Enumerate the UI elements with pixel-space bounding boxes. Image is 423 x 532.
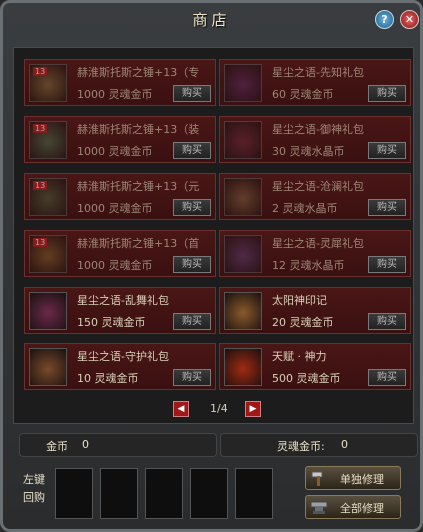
- item-name: 星尘之语-守护礼包: [77, 350, 169, 363]
- soul-gold-value: 0: [341, 438, 348, 451]
- flame-icon[interactable]: [224, 348, 262, 386]
- buy-button[interactable]: 购买: [368, 313, 406, 330]
- shop-item[interactable]: 天赋 · 神力 500 灵魂金币 购买: [219, 343, 411, 390]
- buy-button[interactable]: 购买: [368, 369, 406, 386]
- item-price: 1000 灵魂金币: [77, 88, 153, 101]
- gold-value: 0: [82, 438, 89, 451]
- shop-item[interactable]: 13 赫淮斯托斯之锤+13（元 1000 灵魂金币 购买: [24, 173, 216, 220]
- next-page-button[interactable]: ▶: [245, 401, 261, 417]
- shop-item[interactable]: 星尘之语-守护礼包 10 灵魂金币 购买: [24, 343, 216, 390]
- item-price: 1000 灵魂金币: [77, 145, 153, 158]
- anvil-icon: [310, 501, 328, 514]
- item-price: 150 灵魂金币: [77, 316, 146, 329]
- hammer-icon[interactable]: 13: [29, 178, 67, 216]
- buyback-slot[interactable]: [190, 468, 228, 519]
- hammer-icon[interactable]: 13: [29, 235, 67, 273]
- pagination: ◀ 1/4 ▶: [173, 401, 263, 417]
- item-price: 1000 灵魂金币: [77, 202, 153, 215]
- item-price: 10 灵魂金币: [77, 372, 139, 385]
- gold-label: 金币: [46, 440, 68, 453]
- buy-button[interactable]: 购买: [368, 142, 406, 159]
- item-name: 赫淮斯托斯之锤+13（元: [77, 180, 200, 193]
- shop-item[interactable]: 星尘之语-灵犀礼包 12 灵魂水晶币 购买: [219, 230, 411, 277]
- page-indicator: 1/4: [210, 402, 228, 415]
- bag-icon[interactable]: [29, 348, 67, 386]
- item-name: 星尘之语-先知礼包: [272, 66, 364, 79]
- bag-icon[interactable]: [224, 121, 262, 159]
- gold-balance: 金币 0: [19, 433, 217, 457]
- shop-item[interactable]: 13 赫淮斯托斯之锤+13（专 1000 灵魂金币 购买: [24, 59, 216, 106]
- repair-single-button[interactable]: 单独修理: [305, 466, 401, 490]
- item-name: 赫淮斯托斯之锤+13（专: [77, 66, 200, 79]
- repair-all-label: 全部修理: [340, 502, 384, 515]
- bag-icon[interactable]: [29, 292, 67, 330]
- soul-gold-balance: 灵魂金币: 0: [220, 433, 418, 457]
- shop-window: 商店 ? ✕ 13 赫淮斯托斯之锤+13（专 1000 灵魂金币 购买 星尘之语-先知礼…: [0, 0, 423, 532]
- bag-icon[interactable]: [224, 64, 262, 102]
- item-price: 12 灵魂水晶币: [272, 259, 345, 272]
- buy-button[interactable]: 购买: [173, 369, 211, 386]
- shop-item[interactable]: 星尘之语-乱舞礼包 150 灵魂金币 购买: [24, 287, 216, 334]
- title-bar[interactable]: 商店 ? ✕: [3, 3, 420, 33]
- item-price: 30 灵魂水晶币: [272, 145, 345, 158]
- item-name: 赫淮斯托斯之锤+13（首: [77, 237, 200, 250]
- help-icon[interactable]: ?: [375, 10, 394, 29]
- buyback-slots: [19, 466, 289, 521]
- level-badge: 13: [33, 238, 48, 247]
- buy-button[interactable]: 购买: [173, 199, 211, 216]
- buy-button[interactable]: 购买: [173, 313, 211, 330]
- buyback-slot[interactable]: [100, 468, 138, 519]
- item-price: 2 灵魂水晶币: [272, 202, 338, 215]
- shop-item[interactable]: 太阳神印记 20 灵魂金币 购买: [219, 287, 411, 334]
- level-badge: 13: [33, 67, 48, 76]
- buyback-slot[interactable]: [55, 468, 93, 519]
- hammer-icon: [311, 471, 323, 486]
- shop-item[interactable]: 星尘之语-先知礼包 60 灵魂金币 购买: [219, 59, 411, 106]
- buy-button[interactable]: 购买: [368, 256, 406, 273]
- repair-all-button[interactable]: 全部修理: [305, 495, 401, 519]
- item-price: 1000 灵魂金币: [77, 259, 153, 272]
- repair-single-label: 单独修理: [340, 473, 384, 486]
- buy-button[interactable]: 购买: [173, 142, 211, 159]
- shop-item[interactable]: 星尘之语-御神礼包 30 灵魂水晶币 购买: [219, 116, 411, 163]
- hammer-icon[interactable]: 13: [29, 121, 67, 159]
- soul-gold-label: 灵魂金币:: [277, 440, 325, 453]
- close-icon[interactable]: ✕: [400, 10, 419, 29]
- level-badge: 13: [33, 181, 48, 190]
- item-name: 星尘之语-御神礼包: [272, 123, 364, 136]
- buy-button[interactable]: 购买: [173, 256, 211, 273]
- shop-item[interactable]: 13 赫淮斯托斯之锤+13（装 1000 灵魂金币 购买: [24, 116, 216, 163]
- item-name: 星尘之语-乱舞礼包: [77, 294, 169, 307]
- bag-icon[interactable]: [224, 178, 262, 216]
- sun-seal-icon[interactable]: [224, 292, 262, 330]
- buyback-slot[interactable]: [235, 468, 273, 519]
- buy-button[interactable]: 购买: [368, 199, 406, 216]
- item-name: 星尘之语-沧澜礼包: [272, 180, 364, 193]
- buy-button[interactable]: 购买: [368, 85, 406, 102]
- shop-item[interactable]: 星尘之语-沧澜礼包 2 灵魂水晶币 购买: [219, 173, 411, 220]
- level-badge: 13: [33, 124, 48, 133]
- buy-button[interactable]: 购买: [173, 85, 211, 102]
- item-name: 天赋 · 神力: [272, 350, 327, 363]
- item-price: 500 灵魂金币: [272, 372, 341, 385]
- item-name: 星尘之语-灵犀礼包: [272, 237, 364, 250]
- item-price: 60 灵魂金币: [272, 88, 334, 101]
- item-name: 赫淮斯托斯之锤+13（装: [77, 123, 200, 136]
- hammer-icon[interactable]: 13: [29, 64, 67, 102]
- prev-page-button[interactable]: ◀: [173, 401, 189, 417]
- item-price: 20 灵魂金币: [272, 316, 334, 329]
- bag-icon[interactable]: [224, 235, 262, 273]
- shop-item[interactable]: 13 赫淮斯托斯之锤+13（首 1000 灵魂金币 购买: [24, 230, 216, 277]
- buyback-slot[interactable]: [145, 468, 183, 519]
- item-name: 太阳神印记: [272, 294, 327, 307]
- window-title: 商店: [192, 11, 231, 29]
